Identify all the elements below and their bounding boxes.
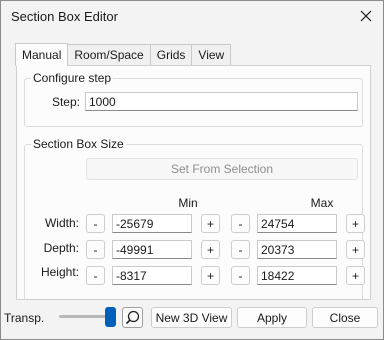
tab-label: Manual <box>22 48 62 62</box>
new-3d-view-label: New 3D View <box>155 310 228 325</box>
close-button[interactable]: Close <box>312 307 378 328</box>
depth-min-input[interactable]: -49991 <box>112 240 192 259</box>
depth-max-increment-button[interactable]: + <box>346 240 365 259</box>
max-column-header: Max <box>310 196 334 210</box>
section-box-editor-window: Section Box Editor Manual Room/Space Gri… <box>0 0 384 340</box>
step-label: Step: <box>51 95 80 109</box>
depth-min-increment-button[interactable]: + <box>201 240 220 259</box>
tab-manual[interactable]: Manual <box>15 43 69 66</box>
width-min-decrement-button[interactable]: - <box>86 214 105 233</box>
transparency-label: Transp. <box>4 311 45 325</box>
tab-view[interactable]: View <box>191 44 232 65</box>
transparency-slider-track[interactable] <box>59 315 111 318</box>
depth-label: Depth: <box>43 241 79 255</box>
zoom-button[interactable] <box>122 307 143 328</box>
window-title: Section Box Editor <box>11 9 118 24</box>
depth-max-input[interactable]: 20373 <box>257 240 337 259</box>
width-max-increment-button[interactable]: + <box>346 214 365 233</box>
new-3d-view-button[interactable]: New 3D View <box>151 307 232 328</box>
min-column-header: Min <box>178 196 198 210</box>
section-box-size-group: Section Box Size Set From Selection Min … <box>24 137 365 299</box>
transparency-slider-thumb[interactable] <box>105 307 116 327</box>
width-max-decrement-button[interactable]: - <box>231 214 250 233</box>
tab-label: Room/Space <box>74 48 144 62</box>
tab-strip: Manual Room/Space Grids View <box>15 43 232 66</box>
height-min-increment-button[interactable]: + <box>201 266 220 285</box>
apply-label: Apply <box>256 310 288 325</box>
configure-step-group: Configure step Step: 1000 <box>24 71 363 127</box>
width-min-input[interactable]: -25679 <box>112 214 192 233</box>
manual-tab-panel: Configure step Step: 1000 Section Box Si… <box>16 65 371 300</box>
height-min-input[interactable]: -8317 <box>112 266 192 285</box>
width-max-input[interactable]: 24754 <box>257 214 337 233</box>
close-icon <box>360 10 372 22</box>
configure-step-legend: Configure step <box>31 71 114 85</box>
section-box-size-legend: Section Box Size <box>31 137 126 151</box>
height-max-input[interactable]: 18422 <box>257 266 337 285</box>
height-max-decrement-button[interactable]: - <box>231 266 250 285</box>
tab-grids[interactable]: Grids <box>149 44 193 65</box>
depth-min-decrement-button[interactable]: - <box>86 240 105 259</box>
magnifier-icon <box>125 310 140 325</box>
set-from-selection-button[interactable]: Set From Selection <box>86 158 358 180</box>
tab-label: View <box>198 48 225 62</box>
apply-button[interactable]: Apply <box>237 307 307 328</box>
width-min-increment-button[interactable]: + <box>201 214 220 233</box>
height-min-decrement-button[interactable]: - <box>86 266 105 285</box>
close-window-button[interactable] <box>355 6 377 26</box>
step-input[interactable]: 1000 <box>85 92 358 111</box>
depth-max-decrement-button[interactable]: - <box>231 240 250 259</box>
tab-label: Grids <box>156 48 186 62</box>
tab-room-space[interactable]: Room/Space <box>67 44 151 65</box>
set-from-selection-label: Set From Selection <box>170 162 274 176</box>
width-label: Width: <box>44 216 79 230</box>
title-bar: Section Box Editor <box>1 1 383 33</box>
close-label: Close <box>329 310 361 325</box>
height-label: Height: <box>40 265 79 279</box>
height-max-increment-button[interactable]: + <box>346 266 365 285</box>
